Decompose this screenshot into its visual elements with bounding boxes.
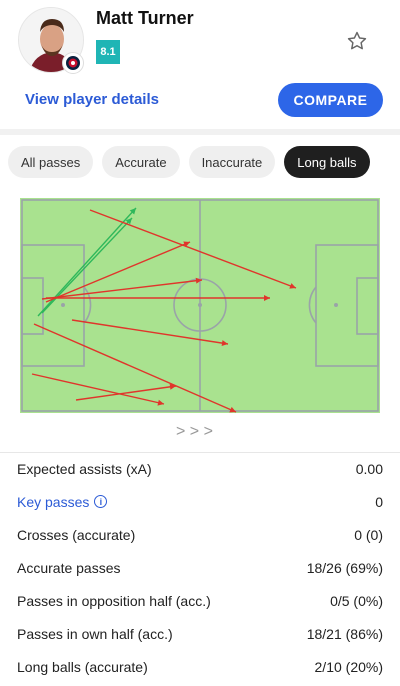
stat-label: Passes in own half (acc.) [17,625,173,642]
club-badge-icon [62,52,84,74]
stat-value: 0 (0) [354,526,383,543]
stat-label: Expected assists (xA) [17,460,152,477]
stat-row-accurate-passes: Accurate passes 18/26 (69%) [0,551,400,584]
compare-button[interactable]: COMPARE [278,83,383,117]
stat-row-crosses: Crosses (accurate) 0 (0) [0,518,400,551]
stat-row-long-balls: Long balls (accurate) 2/10 (20%) [0,650,400,683]
pass-map-pitch [20,198,380,413]
pass-filter-tabs: All passes Accurate Inaccurate Long ball… [8,146,370,178]
filter-accurate[interactable]: Accurate [102,146,180,178]
stat-value: 2/10 (20%) [314,658,383,675]
stat-row-opposition-half: Passes in opposition half (acc.) 0/5 (0%… [0,584,400,617]
stat-row-key-passes[interactable]: Key passes i 0 [0,485,400,518]
filter-long-balls[interactable]: Long balls [284,146,370,178]
stat-value: 18/21 (86%) [306,625,383,642]
stat-value: 0.00 [355,460,383,477]
carousel-next-arrows[interactable]: > > > [176,423,213,441]
stat-value: 0/5 (0%) [330,592,383,609]
player-name: Matt Turner [96,8,194,28]
player-header: Matt Turner 8.1 View player details COMP… [0,0,400,130]
stat-label: Long balls (accurate) [17,658,148,675]
favorite-star-icon[interactable] [346,30,368,52]
view-player-details-link[interactable]: View player details [25,91,159,108]
filter-inaccurate[interactable]: Inaccurate [188,146,276,178]
filter-all-passes[interactable]: All passes [8,146,94,178]
stat-label: Passes in opposition half (acc.) [17,592,211,609]
section-divider [0,129,400,135]
stat-row-expected-assists: Expected assists (xA) 0.00 [0,452,400,485]
key-passes-link[interactable]: Key passes i [17,493,108,510]
stats-list: Expected assists (xA) 0.00 Key passes i … [0,452,400,683]
stat-label: Key passes [17,493,90,510]
stat-label: Accurate passes [17,559,121,576]
stat-value: 0 [375,493,383,510]
stat-row-own-half: Passes in own half (acc.) 18/21 (86%) [0,617,400,650]
stat-value: 18/26 (69%) [306,559,383,576]
stat-label: Crosses (accurate) [17,526,136,543]
info-icon[interactable]: i [94,495,108,508]
rating-badge: 8.1 [96,40,120,64]
